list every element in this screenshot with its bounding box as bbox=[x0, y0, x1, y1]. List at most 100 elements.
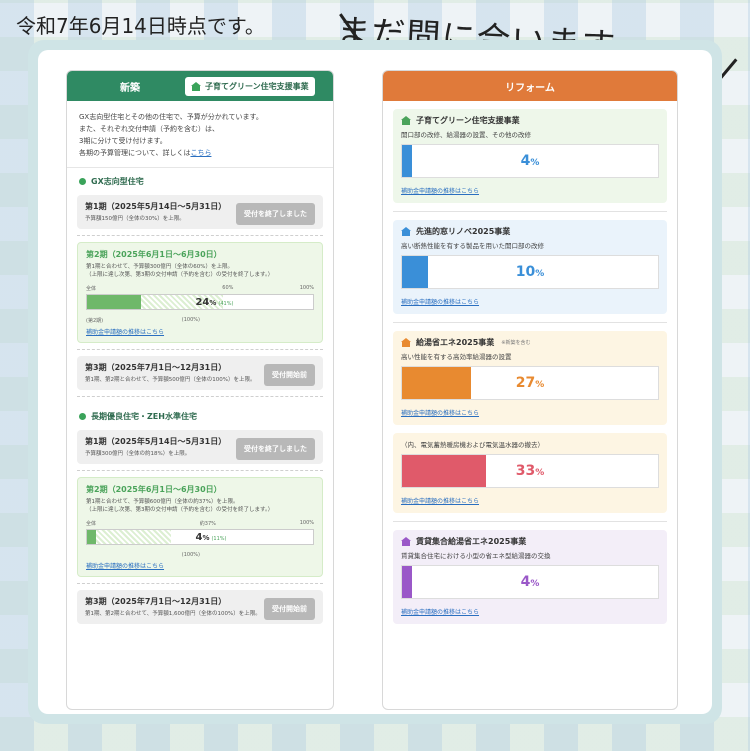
bar-scale-mid: 約37% bbox=[199, 521, 216, 527]
history-link[interactable]: 補助金申請額の推移はこちら bbox=[86, 327, 314, 336]
card-title-text: 先進的窓リノベ2025事業 bbox=[416, 227, 511, 236]
reform-card-water-heater: 給湯省エネ2025事業 ※新築を含む 高い性能を有する高効率給湯器の設置 27%… bbox=[393, 331, 667, 425]
percent-sub: (41%) bbox=[218, 301, 234, 307]
period-card: 第1期（2025年5月14日〜5月31日） 予算額300億円（全体の約18%）を… bbox=[77, 430, 323, 464]
percent-unit: % bbox=[530, 158, 540, 168]
bar-sub-labels: (第2期) (100%) bbox=[86, 317, 200, 324]
date-caption: 令和7年6月14日時点です。 bbox=[16, 14, 265, 38]
period-note-line: 第1期と合わせて、予算額600億円（全体の約37%）を上限。 bbox=[86, 499, 239, 505]
intro-text: GX志向型住宅とその他の住宅で、予算が分かれています。 また、それぞれ交付申請（… bbox=[67, 101, 333, 168]
bar-sub-left: (第2期) bbox=[86, 318, 104, 324]
percent-sub: (11%) bbox=[211, 536, 227, 542]
bar-sub-right: (100%) bbox=[181, 317, 200, 323]
progress-value: 4% bbox=[402, 574, 658, 590]
divider bbox=[77, 396, 323, 397]
house-icon bbox=[191, 81, 201, 91]
progress-value: 33% bbox=[402, 463, 658, 479]
card-title-text: 賃貸集合給湯省エネ2025事業 bbox=[416, 537, 527, 546]
progress-value: 4% bbox=[402, 153, 658, 169]
house-icon bbox=[401, 537, 411, 546]
period-title: 第2期（2025年6月1日〜6月30日） bbox=[86, 250, 222, 259]
bar-sub-labels: (100%) bbox=[86, 552, 200, 558]
house-icon bbox=[401, 116, 411, 125]
status-button[interactable]: 受付開始前 bbox=[264, 364, 315, 386]
progress-value: 27% bbox=[402, 375, 658, 391]
reform-card-title: 給湯省エネ2025事業 ※新築を含む bbox=[401, 337, 659, 348]
new-build-column: 新築 子育てグリーン住宅支援事業 GX志向型住宅とその他の住宅で、予算が分かれて… bbox=[66, 70, 334, 710]
reform-progress-bar: 4% bbox=[401, 144, 659, 178]
progress-fill bbox=[87, 295, 142, 309]
card-title-text: 子育てグリーン住宅支援事業 bbox=[416, 116, 520, 125]
tab-program-label: 子育てグリーン住宅支援事業 bbox=[205, 81, 309, 91]
progress-fill bbox=[87, 530, 97, 544]
period-note-line: 第1期と合わせて、予算額300億円（全体の60%）を上限。 bbox=[86, 264, 233, 270]
percent-unit: % bbox=[202, 534, 210, 542]
intro-link[interactable]: こちら bbox=[190, 149, 211, 157]
house-icon bbox=[401, 227, 411, 236]
history-link[interactable]: 補助金申請額の推移はこちら bbox=[401, 186, 479, 195]
section-label: 長期優良住宅・ZEH水準住宅 bbox=[91, 412, 197, 421]
intro-line: また、それぞれ交付申請（予約を含む）は、 bbox=[79, 125, 219, 133]
percent-unit: % bbox=[535, 269, 545, 279]
history-link[interactable]: 補助金申請額の推移はこちら bbox=[401, 297, 479, 306]
divider bbox=[393, 322, 667, 323]
progress-value: 10% bbox=[402, 264, 658, 280]
tab-program[interactable]: 子育てグリーン住宅支援事業 bbox=[185, 76, 315, 96]
budget-progress: 全体 60% 100% 24% (41%) bbox=[86, 285, 314, 315]
history-link[interactable]: 補助金申請額の推移はこちら bbox=[401, 496, 479, 505]
reform-card-window: 先進的窓リノベ2025事業 高い断熱性能を有する製品を用いた開口部の改修 10%… bbox=[393, 220, 667, 314]
progress-value: 4% (11%) bbox=[195, 532, 226, 543]
percent-number: 4 bbox=[520, 153, 531, 169]
content-panel: 新築 子育てグリーン住宅支援事業 GX志向型住宅とその他の住宅で、予算が分かれて… bbox=[38, 50, 712, 714]
percent-number: 10 bbox=[515, 264, 536, 280]
status-button[interactable]: 受付開始前 bbox=[264, 598, 315, 620]
period-card: 第1期（2025年5月14日〜5月31日） 予算額150億円（全体の30%）を上… bbox=[77, 195, 323, 229]
budget-progress: 全体 約37% 100% 4% (11%) bbox=[86, 520, 314, 550]
percent-number: 4 bbox=[520, 574, 531, 590]
history-link[interactable]: 補助金申請額の推移はこちら bbox=[401, 607, 479, 616]
status-button[interactable]: 受付を終了しました bbox=[236, 438, 315, 460]
divider bbox=[393, 521, 667, 522]
reform-progress-bar: 27% bbox=[401, 366, 659, 400]
percent-unit: % bbox=[535, 380, 545, 390]
intro-line: GX志向型住宅とその他の住宅で、予算が分かれています。 bbox=[79, 113, 263, 121]
progress-quota bbox=[87, 530, 171, 544]
section-label: GX志向型住宅 bbox=[91, 177, 144, 186]
card-title-text: 給湯省エネ2025事業 bbox=[416, 338, 495, 347]
reform-progress-bar: 10% bbox=[401, 255, 659, 289]
history-link[interactable]: 補助金申請額の推移はこちら bbox=[401, 408, 479, 417]
card-desc: 高い断熱性能を有する製品を用いた開口部の改修 bbox=[401, 242, 544, 250]
period-note-line: （上限に達し次第、第3期の交付申請（予約を含む）の受付を終了します。） bbox=[86, 507, 274, 513]
intro-line: 各期の予算管理について、詳しくは bbox=[79, 149, 191, 157]
reform-card-title: 先進的窓リノベ2025事業 bbox=[401, 226, 659, 237]
percent-number: 24 bbox=[195, 297, 210, 308]
period-note-line: （上限に達し次第、第3期の交付申請（予約を含む）の受付を終了します。） bbox=[86, 272, 274, 278]
bar-scale-left: 全体 bbox=[86, 286, 97, 292]
bullet-dot-icon bbox=[79, 178, 86, 185]
divider bbox=[393, 211, 667, 212]
bar-scale-right: 100% bbox=[299, 520, 314, 526]
card-note: ※新築を含む bbox=[501, 340, 531, 346]
new-build-header: 新築 子育てグリーン住宅支援事業 bbox=[67, 71, 333, 101]
card-desc: （内、電気蓄熱暖房機および電気温水器の撤去） bbox=[401, 441, 544, 449]
bar-scale-right: 100% bbox=[299, 285, 314, 291]
section-gx: GX志向型住宅 bbox=[67, 168, 333, 191]
percent-number: 27 bbox=[515, 375, 536, 391]
reform-card-rental: 賃貸集合給湯省エネ2025事業 賃貸集合住宅における小型の省エネ型給湯器の交換 … bbox=[393, 530, 667, 624]
percent-unit: % bbox=[209, 299, 217, 307]
tab-new-build[interactable]: 新築 bbox=[75, 79, 185, 94]
progress-value: 24% (41%) bbox=[195, 297, 233, 308]
percent-unit: % bbox=[530, 579, 540, 589]
reform-header[interactable]: リフォーム bbox=[383, 71, 677, 101]
percent-unit: % bbox=[535, 468, 545, 478]
progress-bar: 24% (41%) bbox=[86, 294, 314, 310]
bar-scale-left: 全体 bbox=[86, 521, 97, 527]
status-button[interactable]: 受付を終了しました bbox=[236, 203, 315, 225]
reform-card-kosodate: 子育てグリーン住宅支援事業 開口部の改修、給湯器の設置、その他の改修 4% 補助… bbox=[393, 109, 667, 203]
card-desc: 高い性能を有する高効率給湯器の設置 bbox=[401, 353, 512, 361]
history-link[interactable]: 補助金申請額の推移はこちら bbox=[86, 561, 314, 570]
period-card: 第3期（2025年7月1日〜12月31日） 第1期、第2期と合わせて、予算額50… bbox=[77, 356, 323, 390]
bar-scale-labels: 全体 約37% 100% bbox=[86, 520, 314, 527]
period-card-active: 第2期（2025年6月1日〜6月30日） 第1期と合わせて、予算額300億円（全… bbox=[77, 242, 323, 343]
section-long-life: 長期優良住宅・ZEH水準住宅 bbox=[67, 403, 333, 426]
